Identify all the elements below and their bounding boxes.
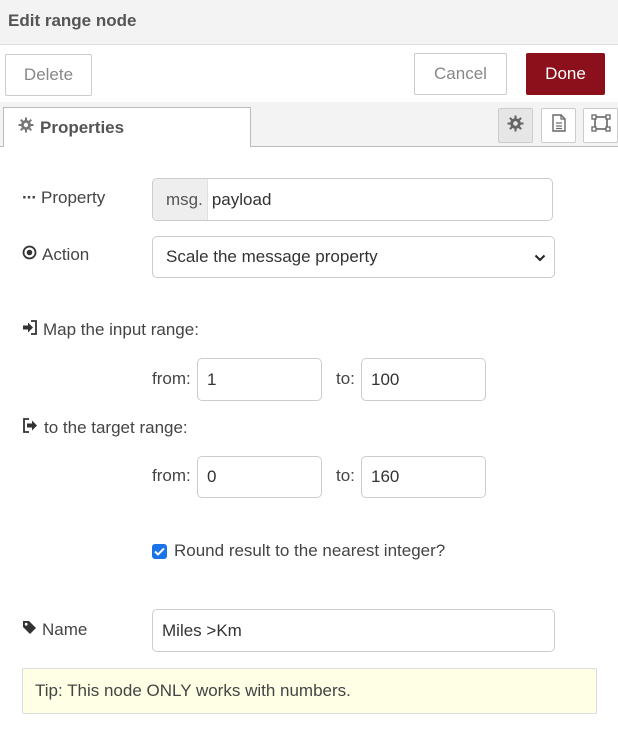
chevron-down-icon (534, 247, 546, 267)
name-input[interactable]: Miles >Km (152, 609, 555, 652)
target-to-field[interactable]: 160 (361, 456, 486, 498)
gear-icon (507, 115, 524, 137)
target-range-label: to the target range: (22, 418, 188, 438)
tip-box: Tip: This node ONLY works with numbers. (22, 668, 597, 714)
tab-properties[interactable]: Properties (3, 107, 251, 147)
target-from-field[interactable]: 0 (197, 456, 322, 498)
property-value: payload (211, 189, 272, 209)
tab-properties-label: Properties (40, 117, 125, 137)
page-title: Edit range node (8, 11, 137, 30)
property-label-text: Property (40, 188, 106, 207)
action-select[interactable]: Scale the message property (152, 236, 555, 278)
tip-text: Tip: This node ONLY works with numbers. (35, 681, 351, 700)
radio-dot-icon (22, 245, 37, 265)
sign-in-icon (22, 320, 38, 340)
target-to-label: to: (336, 466, 355, 485)
input-from-field[interactable]: 1 (197, 358, 322, 401)
action-label-text: Action (42, 245, 90, 264)
appearance-tab-button[interactable] (583, 108, 618, 143)
round-label: Round result to the nearest integer? (174, 541, 446, 560)
cancel-button[interactable]: Cancel (414, 53, 507, 95)
name-label: Name (22, 620, 87, 640)
description-tab-button[interactable] (541, 108, 576, 143)
node-frame-icon (590, 114, 611, 137)
ellipsis-icon: ··· (22, 188, 37, 207)
round-option[interactable]: Round result to the nearest integer? (152, 541, 445, 561)
input-to-label: to: (336, 369, 355, 388)
round-checkbox[interactable] (152, 543, 167, 559)
action-label: Action (22, 245, 89, 265)
settings-tab-button[interactable] (498, 108, 533, 143)
sign-out-icon (22, 418, 39, 438)
property-type-prefix[interactable]: msg. (153, 179, 208, 220)
delete-button[interactable]: Delete (5, 54, 92, 96)
property-input[interactable]: msg. payload (152, 178, 553, 221)
input-to-field[interactable]: 100 (361, 358, 486, 401)
property-label: ··· Property (22, 188, 105, 208)
document-icon (551, 114, 567, 137)
gear-icon (18, 117, 34, 138)
done-button[interactable]: Done (526, 53, 605, 95)
input-range-label: Map the input range: (22, 320, 199, 340)
action-selected-value: Scale the message property (166, 247, 378, 266)
input-from-label: from: (152, 369, 191, 388)
name-label-text: Name (42, 620, 88, 639)
target-from-label: from: (152, 466, 191, 485)
target-range-label-text: to the target range: (44, 418, 188, 437)
input-range-label-text: Map the input range: (43, 320, 199, 339)
tag-icon (22, 620, 37, 640)
